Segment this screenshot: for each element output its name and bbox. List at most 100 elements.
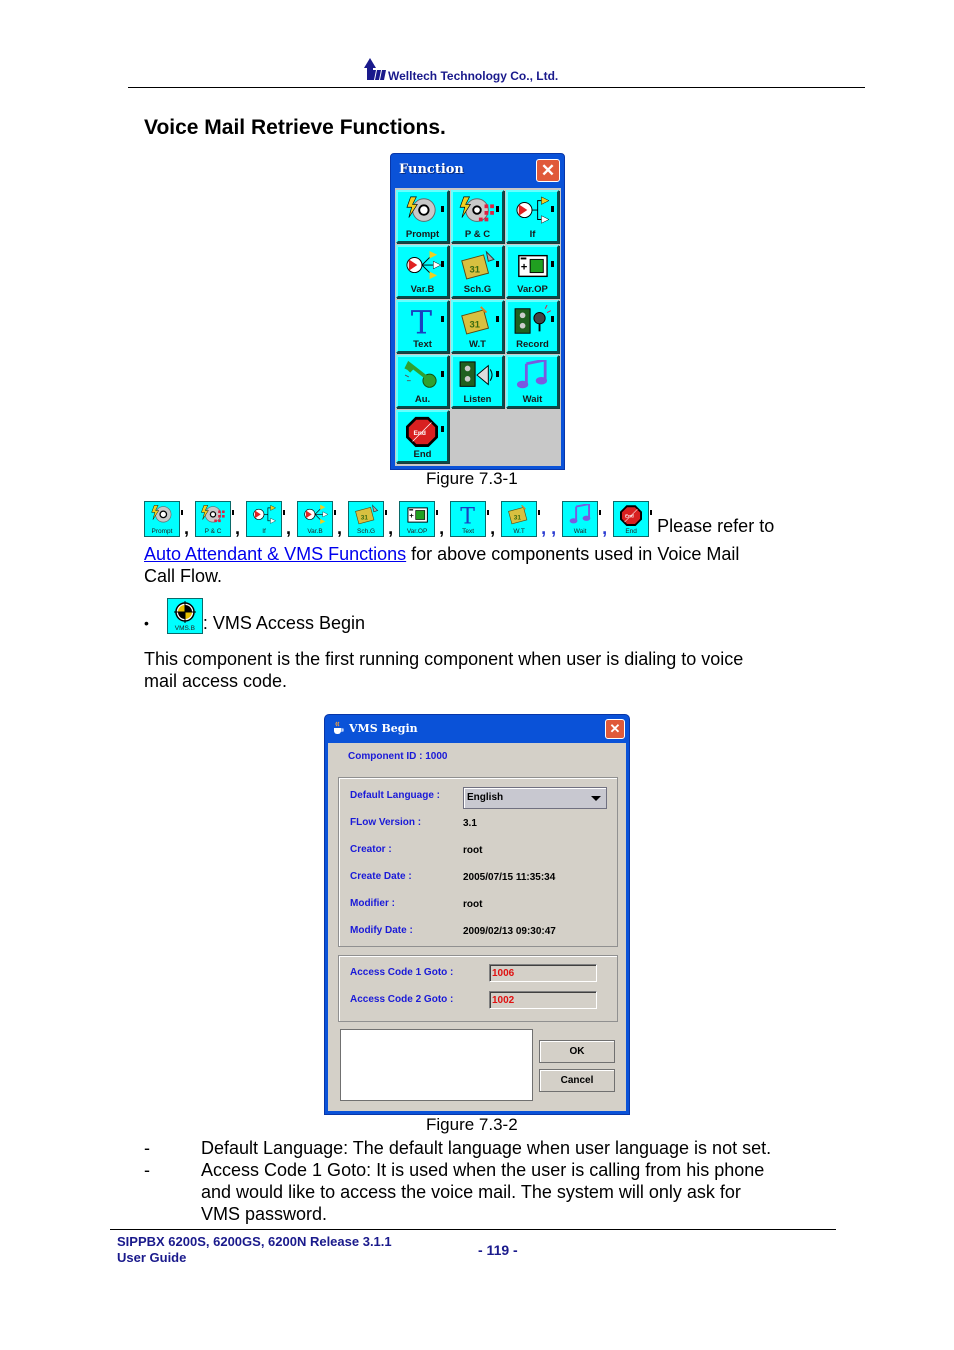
function-window: Function ✕ Prompt P & C If Var.B 31 Sch.G + Var…: [390, 153, 565, 470]
creator-value: root: [463, 845, 483, 856]
connector-port: [181, 510, 183, 515]
bullet-dot: •: [144, 615, 149, 631]
authentication-key-icon: [404, 360, 437, 388]
connector-port: [551, 261, 554, 267]
separator-comma: ,: [337, 518, 343, 538]
inline-icon-sch-g: 31 Sch.G: [348, 501, 388, 537]
description-line-1: This component is the first running comp…: [144, 649, 744, 669]
component-id: Component ID : 1000: [348, 751, 448, 762]
function-tile-p-c[interactable]: P & C: [451, 190, 504, 243]
create-date-label: Create Date :: [350, 871, 412, 882]
function-tile-end[interactable]: End End: [396, 410, 449, 463]
close-icon[interactable]: ✕: [605, 719, 625, 739]
sch-g-icon: 31: [355, 504, 379, 525]
function-tile-label: If: [529, 229, 536, 240]
connector-port: [441, 261, 444, 267]
notes-textarea[interactable]: [340, 1029, 533, 1101]
inline-icon-text: T Text: [450, 501, 490, 537]
note-line: and would like to access the voice mail.…: [201, 1182, 741, 1202]
flow-version-value: 3.1: [463, 818, 477, 829]
default-language-select[interactable]: English: [463, 787, 607, 809]
inline-icon-label: Text: [462, 528, 475, 535]
description-line-2: mail access code.: [144, 671, 288, 691]
page-footer: SIPPBX 6200S, 6200GS, 6200N Release 3.1.…: [110, 1229, 836, 1265]
function-tile-var-b[interactable]: Var.B: [396, 245, 449, 298]
separator-comma: ,: [602, 518, 608, 538]
separator-comma: ,: [184, 518, 190, 538]
end-icon: End: [620, 505, 643, 526]
connector-port: [551, 206, 554, 212]
function-tile-var-op[interactable]: + Var.OP: [506, 245, 559, 298]
w-t-icon: 31: [508, 504, 528, 525]
figure-caption-2: Figure 7.3-2: [426, 1115, 518, 1134]
function-tile-sch-g[interactable]: 31 Sch.G: [451, 245, 504, 298]
svg-text:31: 31: [361, 515, 369, 522]
function-tile-record[interactable]: Record: [506, 300, 559, 353]
refer-intro-text: Please refer to: [657, 516, 775, 536]
connector-port: [487, 510, 490, 515]
refer-paragraph: Auto Attendant & VMS Functions for above…: [144, 543, 739, 587]
function-tile-au[interactable]: Au.: [396, 355, 449, 408]
access-code-group: Access Code 1 Goto : 1006 Access Code 2 …: [338, 955, 618, 1022]
product-line-2: User Guide: [117, 1250, 187, 1265]
function-window-title: Function: [399, 162, 464, 177]
function-tile-listen[interactable]: Listen: [451, 355, 504, 408]
close-icon[interactable]: ✕: [536, 159, 560, 182]
connector-port: [551, 316, 554, 322]
function-tile-label: Var.B: [410, 284, 435, 295]
inline-icon-label: Wait: [573, 528, 587, 535]
svg-text:T: T: [460, 504, 475, 526]
default-language-label: Default Language :: [350, 790, 441, 801]
access-code-2-label: Access Code 2 Goto :: [350, 994, 454, 1005]
vms-window-title: VMS Begin: [349, 722, 418, 735]
java-cup-icon: [334, 721, 344, 734]
product-line-1: SIPPBX 6200S, 6200GS, 6200N Release 3.1.…: [117, 1234, 392, 1249]
p-c-icon: [201, 505, 225, 523]
note-line: VMS password.: [201, 1204, 328, 1224]
inline-icon-label: W.T: [513, 528, 525, 535]
company-name: Welltech Technology Co., Ltd.: [388, 69, 559, 83]
vms-begin-icon-label: VMS.B: [174, 625, 196, 632]
function-tile-prompt[interactable]: Prompt: [396, 190, 449, 243]
access-code-1-input[interactable]: 1006: [489, 964, 597, 982]
modify-date-label: Modify Date :: [350, 925, 413, 936]
connector-port: [232, 510, 235, 515]
svg-text:31: 31: [469, 319, 479, 330]
welltech-logo-icon: [364, 58, 386, 80]
note-line: Access Code 1 Goto: It is used when the …: [201, 1160, 765, 1180]
connector-port: [650, 510, 653, 515]
vms-begin-icon: VMS.B: [166, 598, 203, 634]
access-code-2-input[interactable]: 1002: [489, 991, 597, 1009]
bullet-vms-begin: • VMS.B : VMS Access Begin: [144, 598, 365, 634]
inline-icon-prompt: Prompt: [144, 501, 183, 537]
connector-port: [334, 510, 337, 515]
svg-text:T: T: [411, 305, 433, 337]
separator-comma: ,: [235, 518, 241, 538]
function-tile-label: Listen: [463, 394, 492, 405]
function-tile-text[interactable]: T Text: [396, 300, 449, 353]
function-tile-wait[interactable]: Wait: [506, 355, 559, 408]
svg-text:31: 31: [469, 264, 479, 275]
schedule-goto-icon: 31: [461, 250, 495, 280]
text-icon: T: [411, 305, 433, 337]
function-tile-if[interactable]: If: [506, 190, 559, 243]
cancel-button[interactable]: Cancel: [539, 1069, 615, 1092]
inline-icon-label: If: [262, 528, 266, 535]
function-tile-label: Au.: [414, 394, 431, 405]
connector-port: [599, 510, 602, 515]
function-palette: Prompt P & C If Var.B 31 Sch.G + Var.OP T Text 31 W…: [395, 188, 561, 466]
wait-music-icon: [516, 360, 548, 389]
auto-attendant-vms-link[interactable]: Auto Attendant & VMS Functions: [144, 544, 406, 564]
connector-port: [441, 206, 444, 212]
figure-caption-1: Figure 7.3-1: [426, 469, 518, 488]
ok-button[interactable]: OK: [539, 1040, 615, 1063]
if-branch-icon: [516, 196, 550, 224]
separator-comma: ,: [286, 518, 292, 538]
function-tile-w-t[interactable]: 31 W.T: [451, 300, 504, 353]
separator-comma: ,: [490, 518, 496, 538]
connector-port: [385, 510, 388, 515]
inline-icon-var-b: Var.B: [297, 501, 337, 537]
connector-port: [538, 510, 541, 515]
function-tile-label: Wait: [522, 394, 543, 405]
separator-comma: , ,: [541, 518, 557, 538]
